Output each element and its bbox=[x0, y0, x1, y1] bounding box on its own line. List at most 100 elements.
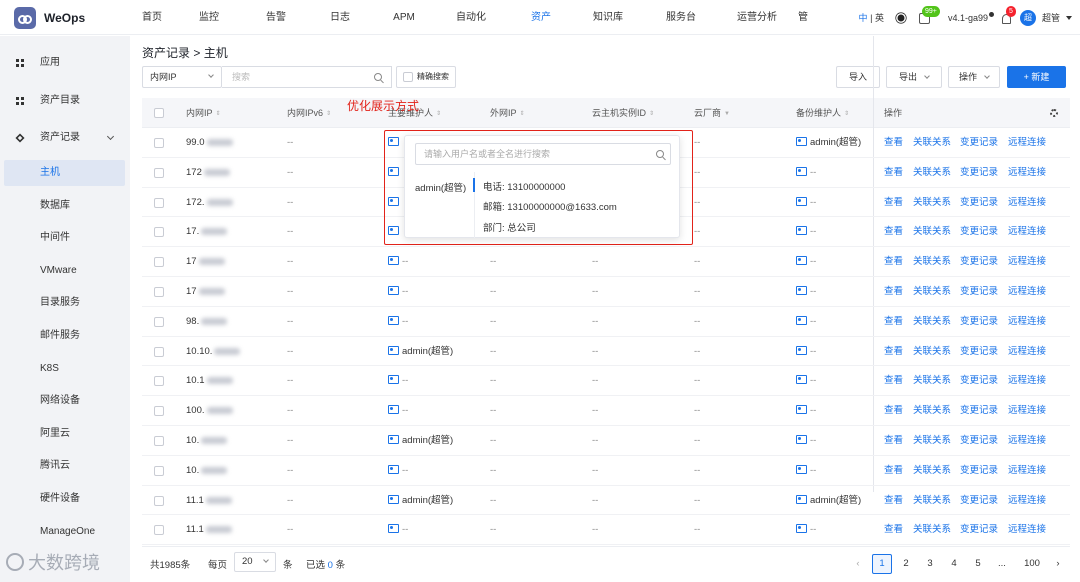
sidebar-subitem[interactable]: 目录服务 bbox=[4, 290, 125, 316]
ops-dropdown-button[interactable]: 操作 bbox=[948, 66, 1000, 88]
search-icon[interactable] bbox=[656, 150, 664, 158]
bell-button[interactable]: 5 bbox=[1000, 5, 1016, 25]
row-action-link[interactable]: 变更记录 bbox=[960, 337, 998, 366]
user-card-icon[interactable] bbox=[796, 196, 807, 206]
row-action-link[interactable]: 查看 bbox=[884, 456, 903, 485]
search-input[interactable]: 搜索 bbox=[222, 66, 392, 88]
sort-icon[interactable]: ⇕ bbox=[216, 99, 221, 129]
table-row[interactable]: 11.1 -- -- -- -- -- -- 查看 关联关系 变更记录 远程连接 bbox=[142, 515, 1070, 546]
row-checkbox[interactable] bbox=[154, 436, 164, 446]
gear-icon[interactable] bbox=[1050, 109, 1058, 117]
row-action-link[interactable]: 查看 bbox=[884, 396, 903, 425]
row-action-link[interactable]: 关联关系 bbox=[913, 158, 951, 187]
row-action-link[interactable]: 关联关系 bbox=[913, 337, 951, 366]
row-action-link[interactable]: 查看 bbox=[884, 128, 903, 157]
row-action-link[interactable]: 查看 bbox=[884, 426, 903, 455]
row-action-link[interactable]: 远程连接 bbox=[1008, 128, 1046, 157]
sidebar-subitem[interactable]: 网络设备 bbox=[4, 388, 125, 414]
table-row[interactable]: 10. -- -- -- -- -- -- 查看 关联关系 变更记录 远程连接 bbox=[142, 456, 1070, 486]
avatar[interactable]: 超 bbox=[1019, 9, 1036, 26]
export-button[interactable]: 导出 bbox=[886, 66, 942, 88]
help-icon[interactable] bbox=[988, 12, 994, 17]
select-all-checkbox[interactable] bbox=[154, 108, 164, 118]
sidebar-item-asset-catalog[interactable]: 资产目录 bbox=[4, 88, 125, 114]
logo[interactable]: WeOps bbox=[14, 7, 85, 29]
row-action-link[interactable]: 变更记录 bbox=[960, 396, 998, 425]
row-action-link[interactable]: 远程连接 bbox=[1008, 396, 1046, 425]
sidebar-subitem[interactable]: K8S bbox=[4, 356, 125, 382]
user-card-icon[interactable] bbox=[388, 524, 399, 534]
nav-item[interactable]: 管 bbox=[792, 0, 814, 35]
table-row[interactable]: 17 -- -- -- -- -- -- 查看 关联关系 变更记录 远程连接 bbox=[142, 277, 1070, 307]
popover-user-item[interactable]: admin(超管) bbox=[405, 172, 475, 238]
table-row[interactable]: 11.1 -- admin(超管) -- -- -- admin(超管) 查看 关联关系 变更记录… bbox=[142, 486, 1070, 516]
column-header-ipv6[interactable]: 内网IPv6 ⇕ bbox=[287, 98, 331, 128]
user-card-icon[interactable] bbox=[796, 464, 807, 474]
row-action-link[interactable]: 变更记录 bbox=[960, 128, 998, 157]
page-button[interactable]: 3 bbox=[920, 554, 940, 574]
row-action-link[interactable]: 关联关系 bbox=[913, 486, 951, 515]
row-action-link[interactable]: 查看 bbox=[884, 515, 903, 544]
nav-item[interactable]: 资产 bbox=[506, 0, 576, 35]
user-card-icon[interactable] bbox=[388, 256, 399, 266]
sidebar-subitem[interactable]: VMware bbox=[4, 258, 125, 284]
sort-icon[interactable]: ⇕ bbox=[436, 99, 441, 129]
row-action-link[interactable]: 查看 bbox=[884, 366, 903, 395]
row-action-link[interactable]: 查看 bbox=[884, 158, 903, 187]
user-card-icon[interactable] bbox=[388, 286, 399, 295]
sidebar-item-apps[interactable]: 应用 bbox=[4, 50, 125, 76]
row-action-link[interactable]: 查看 bbox=[884, 337, 903, 366]
new-button[interactable]: + 新建 bbox=[1007, 66, 1066, 88]
row-action-link[interactable]: 变更记录 bbox=[960, 307, 998, 336]
row-action-link[interactable]: 查看 bbox=[884, 307, 903, 336]
sidebar-subitem[interactable]: 硬件设备 bbox=[4, 486, 125, 512]
nav-item[interactable]: APM bbox=[372, 0, 436, 35]
row-action-link[interactable]: 关联关系 bbox=[913, 426, 951, 455]
row-action-link[interactable]: 关联关系 bbox=[913, 515, 951, 544]
sidebar-item-asset-records[interactable]: 资产记录 bbox=[4, 125, 125, 151]
nav-item[interactable]: 首页 bbox=[130, 0, 174, 35]
row-action-link[interactable]: 远程连接 bbox=[1008, 366, 1046, 395]
nav-item[interactable]: 服务台 bbox=[640, 0, 722, 35]
page-button[interactable]: 4 bbox=[944, 554, 964, 574]
user-card-icon[interactable] bbox=[796, 137, 807, 146]
user-card-icon[interactable] bbox=[796, 435, 807, 444]
search-icon[interactable] bbox=[374, 73, 382, 81]
row-action-link[interactable]: 查看 bbox=[884, 486, 903, 515]
row-checkbox[interactable] bbox=[154, 465, 164, 476]
page-button[interactable]: 2 bbox=[896, 554, 916, 574]
row-action-link[interactable]: 查看 bbox=[884, 247, 903, 276]
table-row[interactable]: 100. -- -- -- -- -- -- 查看 关联关系 变更记录 远程连接 bbox=[142, 396, 1070, 426]
sidebar-subitem[interactable]: 腾讯云 bbox=[4, 453, 125, 479]
row-checkbox[interactable] bbox=[154, 138, 164, 148]
user-card-icon[interactable] bbox=[388, 435, 399, 444]
row-action-link[interactable]: 远程连接 bbox=[1008, 188, 1046, 217]
user-card-icon[interactable] bbox=[796, 494, 807, 504]
row-action-link[interactable]: 关联关系 bbox=[913, 128, 951, 157]
user-card-icon[interactable] bbox=[388, 494, 399, 504]
popover-search-input[interactable]: 请输入用户名或者全名进行搜索 bbox=[415, 143, 671, 165]
filter-icon[interactable]: ▼ bbox=[724, 99, 730, 129]
row-action-link[interactable]: 关联关系 bbox=[913, 307, 951, 336]
row-action-link[interactable]: 关联关系 bbox=[913, 217, 951, 246]
table-row[interactable]: 10.10. -- admin(超管) -- -- -- -- 查看 关联关系 变更记录 远程连接 bbox=[142, 337, 1070, 367]
user-name[interactable]: 超管 bbox=[1042, 11, 1060, 24]
user-card-icon[interactable] bbox=[796, 405, 807, 415]
page-button[interactable]: ... bbox=[992, 554, 1012, 574]
row-action-link[interactable]: 变更记录 bbox=[960, 456, 998, 485]
table-row[interactable]: 98. -- -- -- -- -- -- 查看 关联关系 变更记录 远程连接 bbox=[142, 307, 1070, 337]
row-action-link[interactable]: 关联关系 bbox=[913, 366, 951, 395]
row-checkbox[interactable] bbox=[154, 227, 164, 238]
row-checkbox[interactable] bbox=[154, 257, 164, 268]
row-action-link[interactable]: 远程连接 bbox=[1008, 337, 1046, 366]
row-action-link[interactable]: 变更记录 bbox=[960, 486, 998, 515]
sidebar-subitem[interactable]: 数据库 bbox=[4, 193, 125, 219]
row-checkbox[interactable] bbox=[154, 287, 164, 297]
nav-item[interactable]: 知识库 bbox=[576, 0, 640, 35]
sidebar-subitem[interactable]: 阿里云 bbox=[4, 421, 125, 447]
row-action-link[interactable]: 远程连接 bbox=[1008, 307, 1046, 336]
nav-item[interactable]: 告警 bbox=[244, 0, 308, 35]
row-checkbox[interactable] bbox=[154, 406, 164, 417]
nav-item[interactable]: 日志 bbox=[308, 0, 372, 35]
sidebar-subitem[interactable]: 中间件 bbox=[4, 225, 125, 251]
